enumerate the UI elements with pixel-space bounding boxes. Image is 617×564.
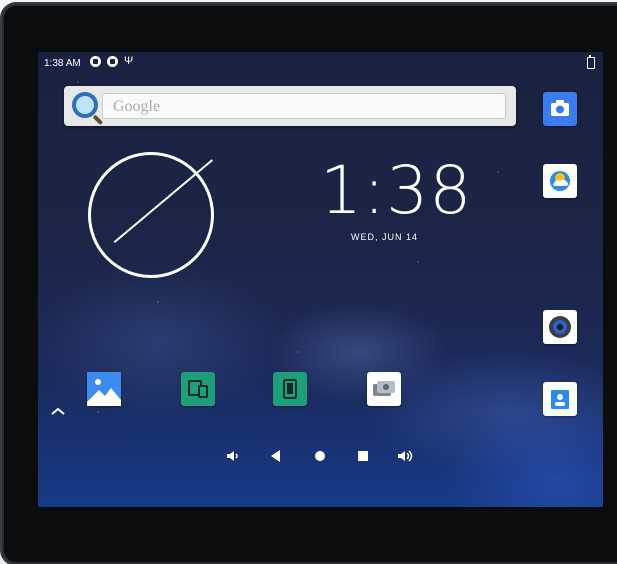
back-icon bbox=[271, 450, 280, 462]
home-icon bbox=[315, 451, 325, 461]
recents-button[interactable] bbox=[354, 447, 372, 465]
tablet-app[interactable] bbox=[273, 372, 307, 406]
camera-icon bbox=[551, 100, 569, 116]
weather-icon bbox=[550, 171, 570, 191]
clock-date: WED, JUN 14 bbox=[351, 232, 419, 242]
app-drawer-chevron-icon[interactable] bbox=[50, 406, 66, 416]
notification-icon bbox=[90, 56, 101, 67]
device-tools-icon bbox=[188, 380, 208, 398]
home-button[interactable] bbox=[311, 447, 329, 465]
settings-app[interactable] bbox=[367, 372, 401, 406]
notification-icon-2 bbox=[107, 56, 118, 67]
volume-down-icon bbox=[227, 451, 238, 461]
status-time: 1:38 AM bbox=[44, 58, 81, 69]
status-bar: 1:38 AM Ψ bbox=[38, 52, 603, 74]
recents-icon bbox=[358, 451, 368, 461]
device-tools-app[interactable] bbox=[181, 372, 215, 406]
gallery-app[interactable] bbox=[87, 372, 121, 406]
volume-up-button[interactable] bbox=[396, 447, 414, 465]
status-icons: Ψ bbox=[90, 56, 133, 67]
search-icon bbox=[72, 92, 98, 118]
digital-clock[interactable]: 1:38 bbox=[320, 152, 472, 229]
camera-app[interactable] bbox=[543, 92, 577, 126]
home-screen: 1:38 AM Ψ Google 1:38 WED, JUN 14 bbox=[38, 52, 603, 507]
contacts-icon bbox=[551, 390, 569, 409]
tablet-icon bbox=[283, 379, 297, 399]
back-button[interactable] bbox=[267, 447, 285, 465]
clock-hour-hand bbox=[113, 213, 149, 244]
audio-icon bbox=[549, 316, 571, 338]
gear-app-icon bbox=[373, 381, 395, 396]
analog-clock[interactable] bbox=[88, 152, 214, 278]
volume-down-button[interactable] bbox=[224, 447, 242, 465]
usb-icon: Ψ bbox=[124, 55, 134, 67]
weather-app[interactable] bbox=[543, 164, 577, 198]
search-input[interactable]: Google bbox=[102, 93, 506, 119]
gallery-icon bbox=[87, 372, 121, 406]
google-search-widget[interactable]: Google bbox=[64, 86, 516, 126]
battery-icon bbox=[587, 55, 595, 69]
clock-minute-hand bbox=[147, 159, 213, 215]
contacts-app[interactable] bbox=[543, 382, 577, 416]
navigation-bar bbox=[224, 447, 414, 467]
audio-app[interactable] bbox=[543, 310, 577, 344]
volume-up-icon bbox=[398, 450, 413, 462]
tablet-device: 1:38 AM Ψ Google 1:38 WED, JUN 14 bbox=[2, 4, 617, 564]
